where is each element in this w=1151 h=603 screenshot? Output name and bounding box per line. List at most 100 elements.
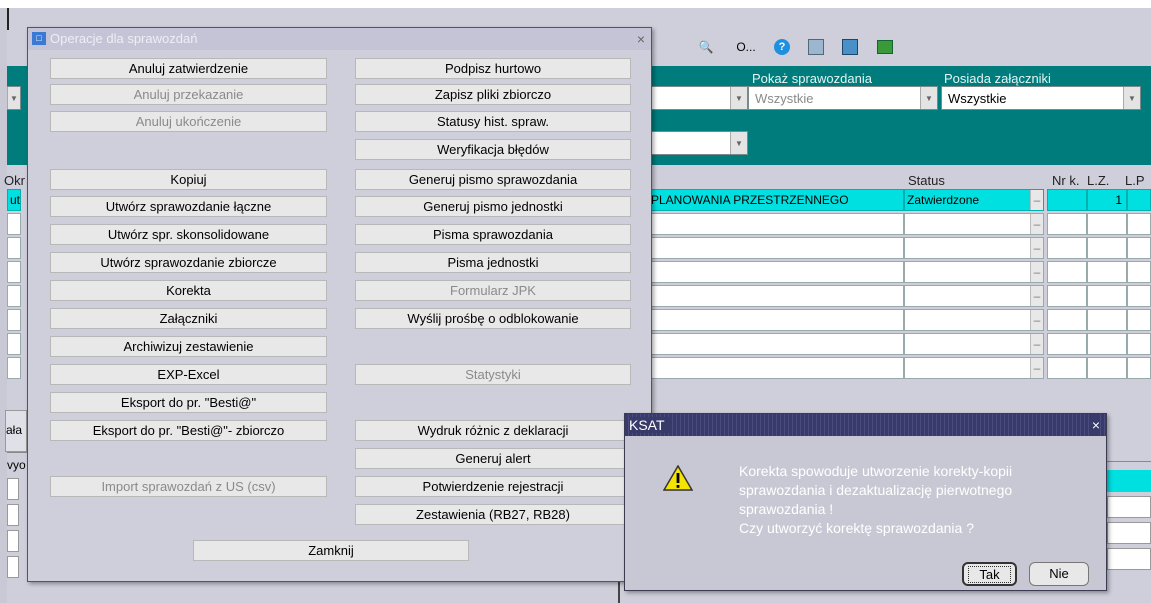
table-cell[interactable]: – <box>904 213 1044 235</box>
operation-button[interactable]: Formularz JPK <box>355 280 631 301</box>
table-cell[interactable] <box>1047 285 1087 307</box>
operation-button[interactable]: Generuj alert <box>355 448 631 469</box>
table-cell[interactable] <box>1047 357 1087 379</box>
help-icon[interactable]: ? <box>770 36 794 58</box>
table-cell[interactable] <box>7 261 21 283</box>
table-cell[interactable] <box>1047 333 1087 355</box>
table-cell[interactable] <box>1047 189 1087 211</box>
operation-button[interactable]: Pisma jednostki <box>355 252 631 273</box>
operation-button[interactable]: Kopiuj <box>50 169 327 190</box>
lower-cell[interactable] <box>1107 522 1151 544</box>
lower-cell[interactable] <box>1107 548 1151 570</box>
operation-button[interactable]: Archiwizuj zestawienie <box>50 336 327 357</box>
table-cell[interactable] <box>648 261 904 283</box>
table-cell[interactable]: – <box>904 333 1044 355</box>
table-cell[interactable] <box>648 333 904 355</box>
close-icon[interactable]: × <box>1091 414 1100 436</box>
table-cell[interactable] <box>1087 309 1127 331</box>
table-cell[interactable] <box>1127 333 1151 355</box>
table-cell[interactable]: – <box>904 285 1044 307</box>
second-row-combo[interactable]: ▼ <box>648 131 748 155</box>
table-cell[interactable] <box>1087 261 1127 283</box>
operation-button[interactable]: Generuj pismo sprawozdania <box>355 169 631 190</box>
chevron-down-icon[interactable]: – <box>1030 334 1043 354</box>
operation-button[interactable]: Podpisz hurtowo <box>355 58 631 79</box>
table-cell[interactable] <box>1127 309 1151 331</box>
operation-button[interactable]: EXP-Excel <box>50 364 327 385</box>
confirmation-dialog-titlebar[interactable]: KSAT × <box>625 414 1106 436</box>
report-icon[interactable] <box>838 36 862 58</box>
table-cell[interactable] <box>7 237 21 259</box>
table-cell[interactable] <box>1127 237 1151 259</box>
close-button[interactable]: Zamknij <box>193 540 469 561</box>
operation-button[interactable]: Weryfikacja błędów <box>355 139 631 160</box>
preview-icon[interactable]: 🔍 <box>694 36 718 58</box>
table-cell[interactable] <box>1127 189 1151 211</box>
chevron-down-icon[interactable]: – <box>1030 190 1043 210</box>
lower-cell[interactable] <box>1107 496 1151 518</box>
table-cell[interactable] <box>1087 333 1127 355</box>
operation-button[interactable]: Załączniki <box>50 308 327 329</box>
exit-icon[interactable] <box>873 36 897 58</box>
no-button[interactable]: Nie <box>1029 562 1089 586</box>
table-cell[interactable] <box>648 285 904 307</box>
table-cell[interactable]: PLANOWANIA PRZESTRZENNEGO <box>648 189 904 211</box>
lower-selected-cell[interactable] <box>1107 470 1151 492</box>
lower-cell[interactable] <box>7 530 19 552</box>
table-cell[interactable] <box>7 285 21 307</box>
table-cell[interactable]: – <box>904 261 1044 283</box>
table-cell[interactable] <box>1047 309 1087 331</box>
lower-cell[interactable] <box>7 556 19 578</box>
posiada-select[interactable]: Wszystkie ▼ <box>941 86 1141 110</box>
operation-button[interactable]: Wydruk różnic z deklaracji <box>355 420 631 441</box>
close-icon[interactable]: × <box>637 28 645 50</box>
operation-button[interactable]: Statusy hist. spraw. <box>355 111 631 132</box>
chevron-down-icon[interactable]: – <box>1030 310 1043 330</box>
operation-button[interactable]: Eksport do pr. "Besti@"- zbiorczo <box>50 420 327 441</box>
chevron-down-icon[interactable]: – <box>1030 286 1043 306</box>
operation-button[interactable]: Import sprawozdań z US (csv) <box>50 476 327 497</box>
table-cell[interactable] <box>648 309 904 331</box>
operation-button[interactable]: Wyślij prośbę o odblokowanie <box>355 308 631 329</box>
table-cell[interactable] <box>648 237 904 259</box>
operation-button[interactable]: Zestawienia (RB27, RB28) <box>355 504 631 525</box>
left-combo[interactable]: ▼ <box>7 86 21 110</box>
operation-button[interactable]: Utwórz spr. skonsolidowane <box>50 224 327 245</box>
table-cell[interactable] <box>648 357 904 379</box>
table-cell[interactable] <box>7 357 21 379</box>
table-cell[interactable] <box>1047 213 1087 235</box>
chevron-down-icon[interactable]: – <box>1030 238 1043 258</box>
operation-button[interactable]: Anuluj przekazanie <box>50 84 327 105</box>
operation-button[interactable]: Anuluj ukończenie <box>50 111 327 132</box>
operations-dialog-titlebar[interactable]: □ Operacje dla sprawozdań × <box>28 28 651 50</box>
operation-button[interactable]: Generuj pismo jednostki <box>355 196 631 217</box>
lower-cell[interactable] <box>7 504 19 526</box>
operation-button[interactable]: Utwórz sprawozdanie zbiorcze <box>50 252 327 273</box>
chevron-down-icon[interactable]: – <box>1030 214 1043 234</box>
table-cell[interactable] <box>1047 261 1087 283</box>
operation-button[interactable]: Eksport do pr. "Besti@" <box>50 392 327 413</box>
lower-cell[interactable] <box>7 478 19 500</box>
operation-button[interactable]: Statystyki <box>355 364 631 385</box>
yes-button[interactable]: Tak <box>962 562 1017 586</box>
calculator-icon[interactable] <box>804 36 828 58</box>
pokaz-select[interactable]: Wszystkie ▼ <box>748 86 938 110</box>
options-button[interactable]: O... <box>729 36 763 58</box>
table-cell[interactable] <box>7 309 21 331</box>
lower-tab[interactable]: ała <box>5 410 27 452</box>
table-cell[interactable] <box>1127 213 1151 235</box>
table-cell[interactable] <box>7 333 21 355</box>
chevron-down-icon[interactable]: – <box>1030 358 1043 378</box>
table-cell[interactable]: – <box>904 237 1044 259</box>
table-cell[interactable] <box>1087 237 1127 259</box>
table-cell[interactable]: 1 <box>1087 189 1127 211</box>
operation-button[interactable]: Utwórz sprawozdanie łączne <box>50 196 327 217</box>
table-cell[interactable] <box>1127 357 1151 379</box>
operation-button[interactable]: Zapisz pliki zbiorczo <box>355 84 631 105</box>
table-cell[interactable]: – <box>904 357 1044 379</box>
table-cell[interactable] <box>1087 357 1127 379</box>
operation-button[interactable]: Potwierdzenie rejestracji <box>355 476 631 497</box>
operation-button[interactable]: Pisma sprawozdania <box>355 224 631 245</box>
operation-button[interactable]: Anuluj zatwierdzenie <box>50 58 327 79</box>
chevron-down-icon[interactable]: – <box>1030 262 1043 282</box>
